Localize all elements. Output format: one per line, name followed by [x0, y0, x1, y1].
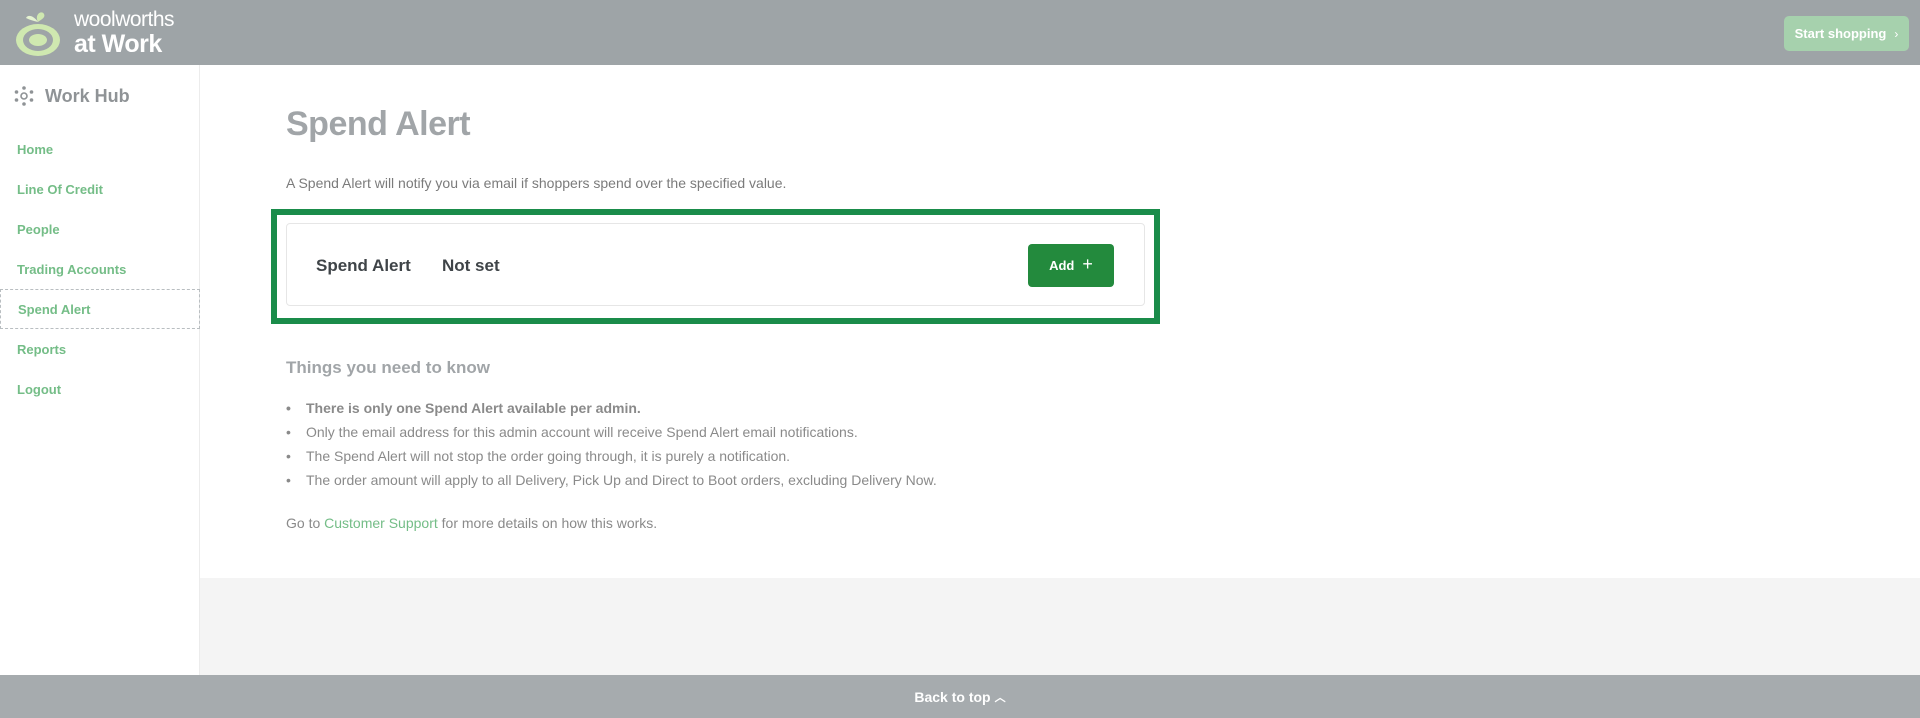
back-to-top-label: Back to top	[914, 688, 991, 705]
add-label: Add	[1049, 258, 1075, 273]
list-item: The order amount will apply to all Deliv…	[286, 469, 937, 493]
plus-icon: +	[1082, 254, 1093, 274]
chevron-right-icon: ›	[1894, 26, 1899, 41]
list-item: Only the email address for this admin ac…	[286, 421, 937, 445]
top-bar: woolworths at Work Start shopping ›	[0, 0, 1920, 65]
woolworths-logo-icon	[16, 12, 60, 56]
things-to-know-heading: Things you need to know	[286, 358, 490, 377]
sidebar-item-trading-accounts[interactable]: Trading Accounts	[0, 249, 200, 289]
list-item: There is only one Spend Alert available …	[286, 397, 937, 421]
goto-prefix: Go to	[286, 515, 325, 531]
things-to-know-list: There is only one Spend Alert available …	[286, 397, 937, 493]
main-content: Spend Alert A Spend Alert will notify yo…	[200, 65, 1920, 578]
back-to-top-bar[interactable]: Back to top ︿	[0, 675, 1920, 718]
logo-text: woolworths at Work	[74, 8, 175, 58]
intro-text: A Spend Alert will notify you via email …	[286, 175, 787, 191]
work-hub-heading: Work Hub	[13, 85, 130, 107]
sidebar-item-home[interactable]: Home	[0, 129, 200, 169]
logo-line-2: at Work	[74, 30, 162, 58]
add-spend-alert-button[interactable]: Add +	[1028, 244, 1114, 287]
sidebar-item-logout[interactable]: Logout	[0, 369, 200, 409]
sidebar-item-people[interactable]: People	[0, 209, 200, 249]
page-title: Spend Alert	[286, 105, 471, 143]
sidebar-item-line-of-credit[interactable]: Line Of Credit	[0, 169, 200, 209]
logo-line-1: woolworths	[74, 8, 175, 31]
sidebar-item-spend-alert[interactable]: Spend Alert	[0, 289, 200, 329]
sidebar: Work Hub Home Line Of Credit People Trad…	[0, 65, 200, 675]
spend-alert-label: Spend Alert	[316, 256, 411, 275]
start-shopping-button[interactable]: Start shopping ›	[1784, 16, 1909, 51]
sidebar-nav: Home Line Of Credit People Trading Accou…	[0, 129, 200, 409]
hub-icon	[14, 86, 34, 106]
list-item: The Spend Alert will not stop the order …	[286, 445, 937, 469]
spend-alert-value: Not set	[442, 256, 500, 275]
woolworths-logo[interactable]: woolworths at Work	[12, 8, 175, 58]
spend-alert-card: Spend Alert Not set Add +	[286, 223, 1145, 306]
work-hub-title: Work Hub	[45, 85, 130, 106]
goto-suffix: for more details on how this works.	[437, 515, 658, 531]
content-footer-spacer	[200, 578, 1920, 675]
customer-support-note: Go to Customer Support for more details …	[286, 515, 657, 531]
sidebar-item-reports[interactable]: Reports	[0, 329, 200, 369]
customer-support-link[interactable]: Customer Support	[324, 515, 438, 531]
start-shopping-label: Start shopping	[1794, 26, 1887, 41]
chevron-up-icon: ︿	[994, 691, 1006, 704]
